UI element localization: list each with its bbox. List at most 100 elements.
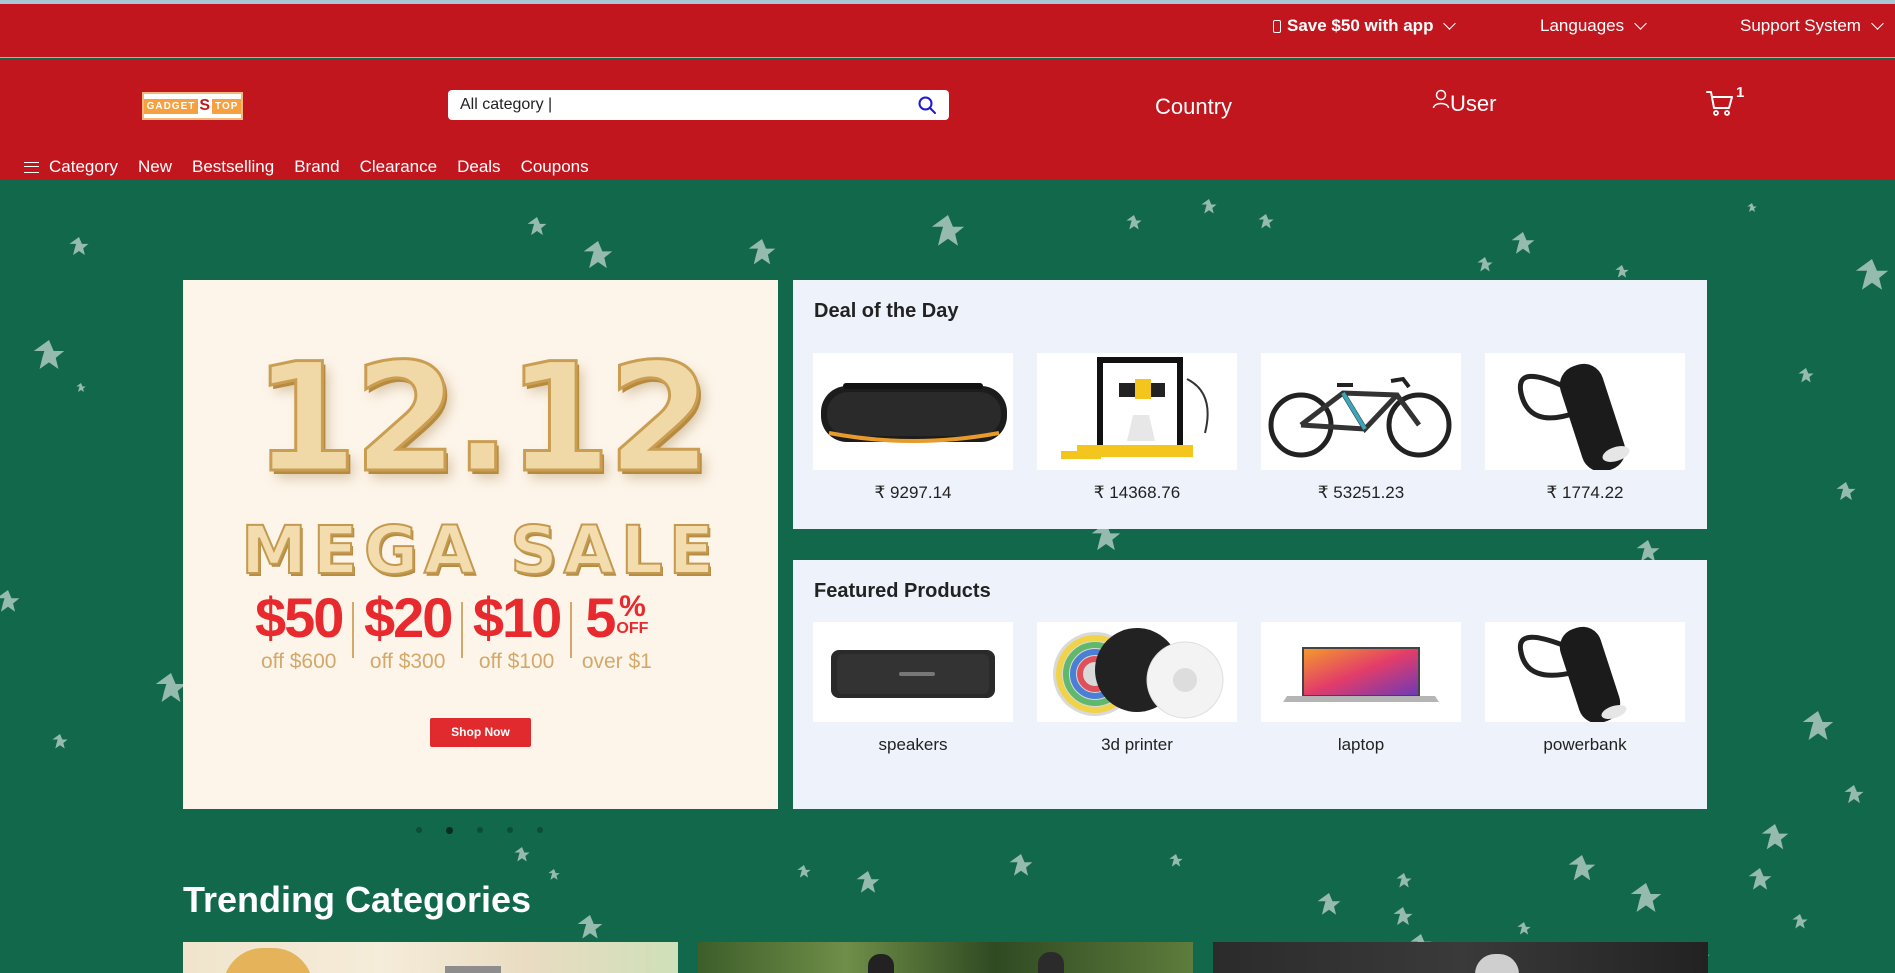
- featured-products-title: Featured Products: [814, 580, 991, 602]
- laptop-image: [1261, 622, 1461, 722]
- search-input[interactable]: [460, 96, 917, 114]
- offer-condition: over $1: [581, 650, 652, 673]
- user-label: User: [1450, 91, 1497, 116]
- deal-card[interactable]: ₹ 9297.14: [813, 353, 1013, 503]
- featured-label: speakers: [878, 735, 948, 754]
- category-image-detail: [1475, 954, 1519, 973]
- offer-condition: off $300: [369, 650, 446, 673]
- powerbank-image: [1485, 622, 1685, 722]
- languages-dropdown[interactable]: Languages: [1540, 16, 1648, 36]
- cart-count-badge: 1: [1736, 84, 1745, 101]
- nav-item-bestselling[interactable]: Bestselling: [192, 157, 274, 177]
- search-icon[interactable]: [917, 95, 937, 115]
- featured-label: 3d printer: [1101, 735, 1173, 754]
- offer-item: $10 off $100: [463, 588, 570, 674]
- speaker-image: [813, 622, 1013, 722]
- nav-item-brand[interactable]: Brand: [294, 157, 339, 177]
- featured-card[interactable]: 3d printer: [1037, 622, 1237, 755]
- nav-item-deals[interactable]: Deals: [457, 157, 500, 177]
- carousel-dots: [416, 827, 543, 834]
- promo-banner[interactable]: 12.12 MEGA SALE $50 off $600 $20 off $30…: [183, 280, 778, 809]
- offer-amount: $50: [255, 586, 344, 649]
- nav-item-new[interactable]: New: [138, 157, 172, 177]
- featured-products-panel: Featured Products speakers 3d printer la…: [793, 560, 1707, 809]
- carousel-dot[interactable]: [507, 827, 513, 833]
- languages-label: Languages: [1540, 16, 1625, 35]
- carousel-dot-active[interactable]: [446, 827, 453, 834]
- trending-category-card[interactable]: [1213, 942, 1708, 973]
- offer-amount: $20: [363, 586, 453, 649]
- site-logo[interactable]: GADGET S TOP: [142, 92, 243, 120]
- e-bike-image: [1261, 353, 1461, 470]
- category-image-detail: [445, 966, 501, 973]
- nav-label: Brand: [294, 157, 340, 176]
- app-promo-label: Save $50 with app: [1287, 16, 1434, 35]
- offer-amount: $10: [472, 586, 562, 649]
- carousel-dot[interactable]: [537, 827, 543, 833]
- nav-label: Bestselling: [192, 157, 275, 176]
- cart-button[interactable]: [1705, 89, 1735, 122]
- category-image-detail: [1038, 952, 1064, 973]
- featured-card[interactable]: laptop: [1261, 622, 1461, 755]
- chevron-down-icon: [1443, 17, 1457, 30]
- featured-card[interactable]: speakers: [813, 622, 1013, 755]
- nav-label: New: [137, 157, 172, 176]
- app-promo-link[interactable]: Save $50 with app: [1273, 16, 1457, 36]
- nav-label: Coupons: [520, 157, 589, 176]
- deal-price: ₹ 9297.14: [874, 483, 952, 502]
- featured-label: laptop: [1337, 735, 1385, 754]
- nav-item-clearance[interactable]: Clearance: [360, 157, 438, 177]
- user-icon: [1432, 89, 1450, 109]
- support-dropdown[interactable]: Support System: [1740, 16, 1884, 36]
- nav-item-coupons[interactable]: Coupons: [521, 157, 589, 177]
- featured-card[interactable]: powerbank: [1485, 622, 1685, 755]
- chevron-down-icon: [1634, 17, 1648, 30]
- banner-subheadline: MEGA SALE: [240, 511, 720, 590]
- country-selector[interactable]: Country: [1155, 94, 1232, 120]
- trending-categories-title: Trending Categories: [183, 879, 532, 920]
- offer-condition: off $100: [478, 650, 555, 673]
- category-image-detail: [223, 948, 313, 973]
- trending-category-card[interactable]: [698, 942, 1193, 973]
- filament-image: [1037, 622, 1237, 722]
- percent-sign: %: [619, 590, 646, 623]
- speaker-image: [813, 353, 1013, 470]
- deal-price: ₹ 53251.23: [1317, 483, 1405, 502]
- trending-category-card[interactable]: [183, 942, 678, 973]
- banner-offers: $50 off $600 $20 off $300 $10 off $100 5…: [245, 588, 662, 674]
- main-nav: Category New Bestselling Brand Clearance…: [24, 157, 589, 177]
- offer-percent-suffix: % OFF: [616, 590, 649, 638]
- banner-headline: 12.12: [252, 331, 713, 508]
- user-account-link[interactable]: User: [1432, 89, 1497, 117]
- nav-item-category[interactable]: Category: [24, 157, 118, 177]
- carousel-dot[interactable]: [477, 827, 483, 833]
- nav-label: Clearance: [359, 157, 438, 176]
- phone-icon: [1273, 19, 1281, 33]
- nav-label: Category: [49, 157, 118, 176]
- deal-card[interactable]: ₹ 1774.22: [1485, 353, 1685, 503]
- nav-label: Deals: [457, 157, 501, 176]
- deal-card[interactable]: ₹ 14368.76: [1037, 353, 1237, 503]
- deal-card[interactable]: ₹ 53251.23: [1261, 353, 1461, 503]
- logo-part-2: S: [199, 97, 212, 114]
- chevron-down-icon: [1871, 17, 1884, 30]
- menu-icon: [24, 161, 39, 173]
- main-header: GADGET S TOP Country User 1: [0, 59, 1895, 180]
- shop-now-button[interactable]: Shop Now: [430, 718, 531, 747]
- offer-item: $20 off $300: [354, 588, 461, 674]
- carousel-dot[interactable]: [416, 827, 422, 833]
- logo-part-1: GADGET: [143, 98, 199, 114]
- support-label: Support System: [1740, 16, 1861, 35]
- category-image-detail: [868, 954, 894, 973]
- search-bar: [448, 90, 949, 120]
- 3d-printer-image: [1037, 353, 1237, 470]
- off-label: OFF: [616, 620, 649, 637]
- deal-of-the-day-panel: Deal of the Day ₹ 9297.14 ₹ 14368.76 ₹ 5…: [793, 280, 1707, 529]
- offer-item: $50 off $600: [245, 588, 352, 674]
- cart-icon: [1706, 91, 1733, 116]
- deal-price: ₹ 14368.76: [1093, 483, 1181, 502]
- logo-part-3: TOP: [212, 98, 242, 114]
- deal-price: ₹ 1774.22: [1546, 483, 1624, 502]
- offer-item: 5 % OFF over $1: [572, 588, 662, 674]
- powerbank-image: [1485, 353, 1685, 470]
